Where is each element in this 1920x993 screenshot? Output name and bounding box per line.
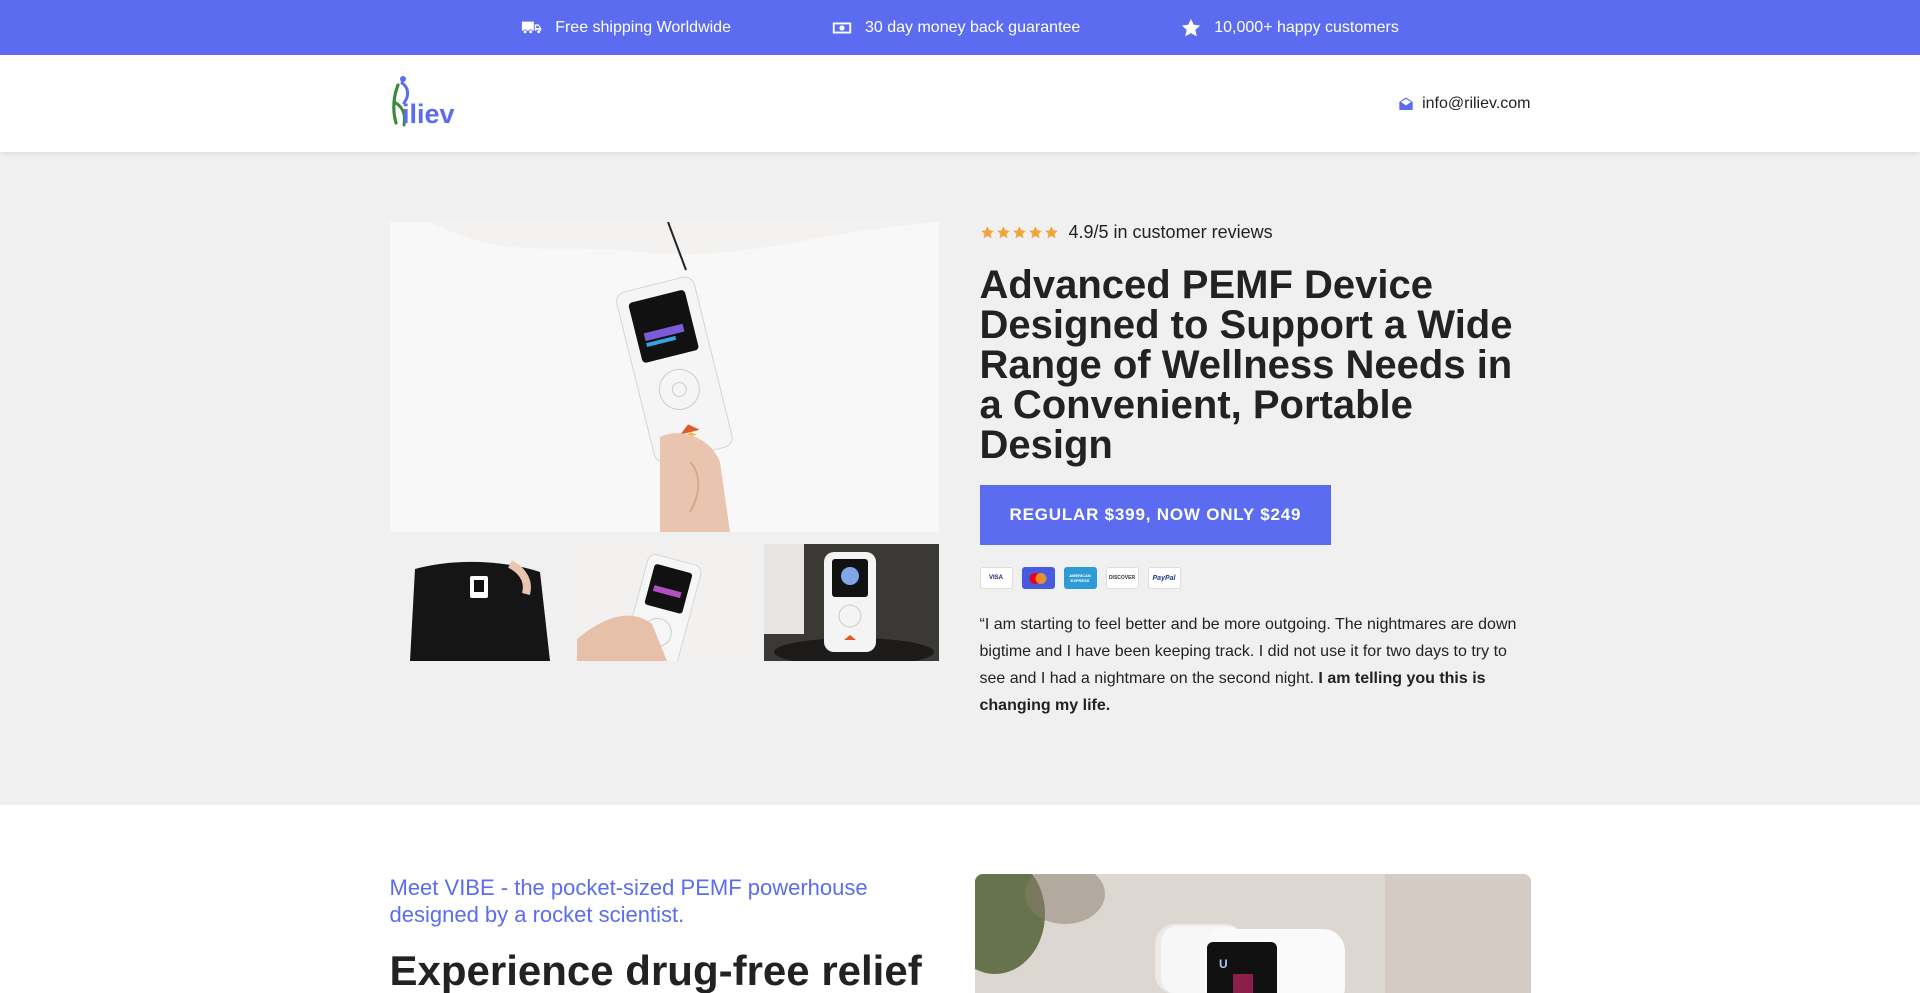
star-icon <box>996 226 1010 239</box>
logo[interactable]: iliev <box>390 73 475 135</box>
envelope-icon <box>1399 96 1413 110</box>
vibe-device-photo: U <box>974 874 1531 993</box>
gallery-thumbnails <box>389 544 939 661</box>
product-gallery <box>389 222 939 719</box>
thumbnail-1[interactable] <box>389 544 565 661</box>
svg-text:U: U <box>1219 957 1228 971</box>
contact-email-text[interactable]: info@riliev.com <box>1422 95 1530 113</box>
thumbnail-3[interactable] <box>763 544 939 661</box>
star-icon <box>1028 226 1042 239</box>
thumbnail-2[interactable] <box>576 544 752 661</box>
star-icon <box>1182 18 1201 36</box>
product-photo <box>389 222 939 532</box>
promo-customers: 10,000+ happy customers <box>1180 17 1399 39</box>
features-text: Meet VIBE - the pocket-sized PEMF powerh… <box>390 874 950 993</box>
testimonial-quote: “I am starting to feel better and be mor… <box>980 611 1531 719</box>
payment-methods: VISA AMERICAN EXPRESS DISCOVER PayPal <box>979 567 1531 589</box>
promo-customers-text: 10,000+ happy customers <box>1214 18 1399 36</box>
features-section: Meet VIBE - the pocket-sized PEMF powerh… <box>390 805 1531 993</box>
discover-icon: DISCOVER <box>1105 567 1139 589</box>
promo-shipping: Free shipping Worldwide <box>521 17 731 39</box>
features-heading: Experience drug-free relief <box>389 947 922 993</box>
buy-now-button[interactable]: REGULAR $399, NOW ONLY $249 <box>979 485 1332 545</box>
star-icon <box>1044 226 1058 239</box>
mastercard-icon <box>1021 567 1055 589</box>
promo-guarantee: 30 day money back guarantee <box>831 17 1080 39</box>
visa-icon: VISA <box>979 567 1013 589</box>
site-header: iliev info@riliev.com <box>0 55 1920 152</box>
paypal-icon: PayPal <box>1147 567 1181 589</box>
features-image: U <box>974 874 1531 993</box>
riliev-logo-icon: iliev <box>391 75 455 129</box>
main-product-image <box>389 222 939 532</box>
thumbnail-1-photo <box>389 544 565 661</box>
customer-rating: 4.9/5 in customer reviews <box>980 222 1531 243</box>
mastercard-circles <box>1029 572 1047 584</box>
rating-text: 4.9/5 in customer reviews <box>1068 222 1273 242</box>
thumbnail-2-photo <box>576 544 752 661</box>
contact-email[interactable]: info@riliev.com <box>1398 95 1531 113</box>
svg-text:iliev: iliev <box>402 99 455 129</box>
product-info: 4.9/5 in customer reviews Advanced PEMF … <box>979 222 1531 719</box>
promo-bar: Free shipping Worldwide 30 day money bac… <box>0 0 1920 55</box>
amex-icon: AMERICAN EXPRESS <box>1063 567 1097 589</box>
promo-guarantee-text: 30 day money back guarantee <box>864 18 1081 36</box>
star-icon <box>980 226 994 239</box>
truck-icon <box>522 21 542 33</box>
thumbnail-3-photo <box>763 544 939 661</box>
star-icon <box>1012 226 1026 239</box>
promo-shipping-text: Free shipping Worldwide <box>555 18 731 36</box>
features-subtitle: Meet VIBE - the pocket-sized PEMF powerh… <box>389 875 868 927</box>
money-icon <box>832 22 852 33</box>
hero-section: 4.9/5 in customer reviews Advanced PEMF … <box>0 152 1920 805</box>
rating-stars <box>980 225 1059 240</box>
product-title: Advanced PEMF Device Designed to Support… <box>979 263 1513 467</box>
